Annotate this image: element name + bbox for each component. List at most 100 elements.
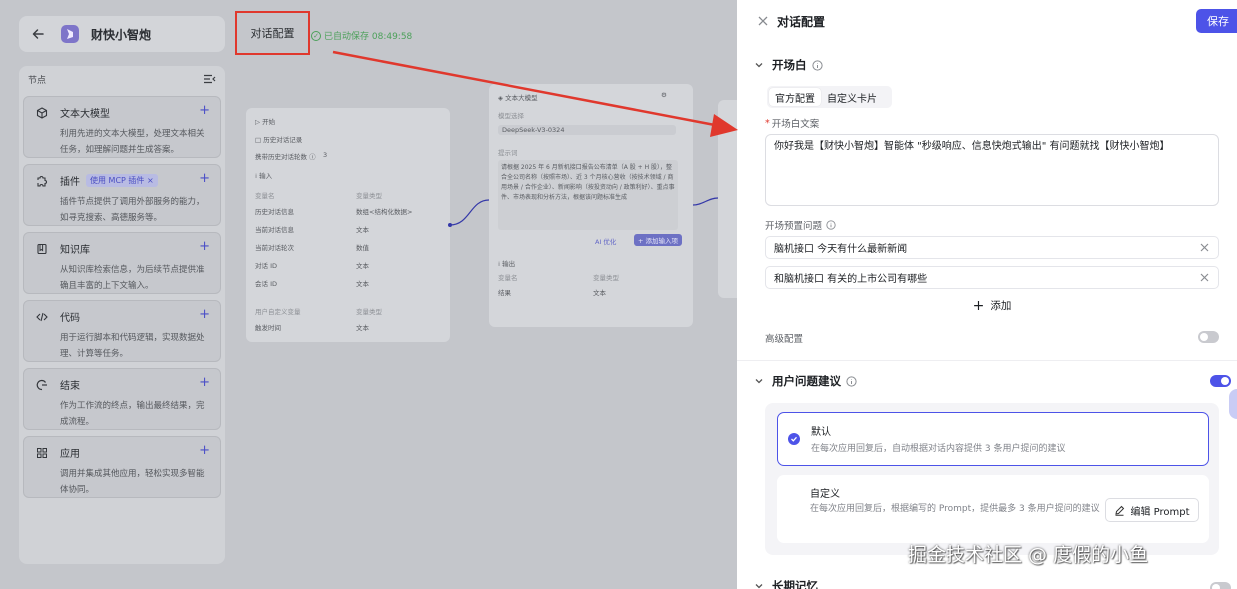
- close-icon[interactable]: [756, 14, 770, 28]
- info-icon[interactable]: [811, 59, 823, 71]
- drawer-title: 对话配置: [777, 15, 826, 29]
- workflow-canvas[interactable]: 财快小智炮 对话配置 ✓ 已自动保存 08:49:58 节点 文本大模型 + 利…: [0, 0, 748, 589]
- tab-official-config[interactable]: 官方配置: [769, 88, 821, 106]
- suggestion-option-default[interactable]: 默认 在每次应用回复后，自动根据对话内容提供 3 条用户提问的建议: [777, 412, 1209, 466]
- prompt-editor[interactable]: 请根据 2025 年 6 月新机接口报告公布清单（A 股 + H 股），整合全公…: [498, 160, 678, 230]
- add-node-icon[interactable]: +: [199, 239, 210, 254]
- node-item-name: 知识库: [60, 245, 90, 256]
- dialog-config-tab[interactable]: 对话配置: [235, 11, 310, 55]
- custom-var-header: 用户自定义变量: [255, 308, 301, 316]
- node-item-desc: 利用先进的文本大模型，处理文本相关任务，如理解问题并生成答案。: [60, 129, 205, 155]
- start-var-type: 文本: [356, 226, 369, 234]
- llm-node-icon: ◈: [498, 94, 503, 102]
- start-node-title: 开始: [262, 118, 276, 126]
- tab-custom-card[interactable]: 自定义卡片: [821, 88, 883, 106]
- node-item-name: 应用: [60, 449, 80, 460]
- back-arrow-icon[interactable]: [31, 27, 45, 41]
- info-icon[interactable]: [826, 220, 836, 230]
- opening-tabs: 官方配置 自定义卡片: [767, 86, 892, 108]
- add-node-icon[interactable]: +: [199, 171, 210, 186]
- node-item-plugin[interactable]: 插件 使用 MCP 插件 × + 插件节点提供了调用外部服务的能力，如寻克搜索、…: [23, 164, 221, 226]
- book-icon: [36, 243, 48, 255]
- node-item-code[interactable]: 代码 + 用于运行脚本和代码逻辑，实现数据处理、计算等任务。: [23, 300, 221, 362]
- start-node[interactable]: ▷ 开始 □ 历史对话记录 携带历史对话轮数 ⓘ 3 ⁞ 输入 变量名 变量类型…: [246, 108, 450, 342]
- app-logo-icon: [61, 25, 79, 43]
- node-item-llm[interactable]: 文本大模型 + 利用先进的文本大模型，处理文本相关任务，如理解问题并生成答案。: [23, 96, 221, 158]
- custom-var-type: 文本: [356, 324, 369, 332]
- opening-text-label-row: * 开场白文案: [765, 116, 819, 131]
- add-node-icon[interactable]: +: [199, 375, 210, 390]
- floating-scroll-handle[interactable]: [1229, 389, 1237, 419]
- save-button[interactable]: 保存: [1196, 9, 1237, 33]
- toggle-knob: [1212, 584, 1220, 589]
- add-node-icon[interactable]: +: [199, 307, 210, 322]
- cube-icon: [36, 106, 48, 119]
- add-node-icon[interactable]: +: [199, 443, 210, 458]
- node-item-apps[interactable]: 应用 + 调用并集成其他应用，轻松实现多智能体协同。: [23, 436, 221, 498]
- add-node-icon[interactable]: +: [199, 103, 210, 118]
- suggestion-toggle[interactable]: [1210, 375, 1231, 387]
- collapse-panel-icon[interactable]: [203, 74, 216, 84]
- suggestion-section-header[interactable]: 用户问题建议: [754, 373, 857, 389]
- node-item-knowledge[interactable]: 知识库 + 从知识库检索信息，为后续节点提供准确且丰富的上下文输入。: [23, 232, 221, 294]
- required-mark: *: [765, 117, 770, 129]
- node-item-desc: 调用并集成其他应用，轻松实现多智能体协同。: [60, 469, 205, 495]
- suggestion-option-title: 自定义: [810, 489, 840, 500]
- add-input-button[interactable]: + 添加输入项: [634, 234, 683, 246]
- add-question-button[interactable]: + 添加: [765, 294, 1219, 317]
- prompt-label: 提示词: [498, 149, 518, 157]
- watermark: 掘金技术社区 @ 度假的小鱼: [908, 544, 1149, 566]
- node-item-name: 文本大模型: [60, 109, 110, 120]
- node-panel-header: 节点: [19, 66, 225, 92]
- clear-icon[interactable]: [1199, 242, 1210, 253]
- node-settings-icon[interactable]: ⚙: [661, 91, 667, 99]
- check-circle-icon: ✓: [311, 30, 321, 41]
- memory-section-header[interactable]: 长期记忆: [754, 578, 818, 589]
- ai-optimize-button[interactable]: AI 优化: [595, 236, 616, 246]
- opening-text-input[interactable]: 你好我是【财快小智炮】智能体 "秒级响应、信息快炮式输出" 有问题就找【财快小智…: [765, 134, 1219, 206]
- suggestion-section-title: 用户问题建议: [772, 374, 841, 388]
- node-item-desc: 从知识库检索信息，为后续节点提供准确且丰富的上下文输入。: [60, 265, 205, 291]
- advanced-config-row: 高级配置: [765, 331, 803, 345]
- clear-icon[interactable]: [1199, 272, 1210, 283]
- plus-icon: +: [972, 297, 985, 314]
- autosave-status: ✓ 已自动保存 08:49:58: [311, 29, 412, 42]
- preset-question-input[interactable]: 和脑机接口 有关的上市公司有哪些: [765, 266, 1219, 289]
- suggestion-option-custom[interactable]: 自定义 在每次应用回复后，根据编写的 Prompt，提供最多 3 条用户提问的建…: [777, 475, 1209, 543]
- input-section-label: 输入: [259, 172, 273, 180]
- node-item-desc: 用于运行脚本和代码逻辑，实现数据处理、计算等任务。: [60, 333, 205, 359]
- node-item-end[interactable]: 结束 + 作为工作流的终点，输出最终结果，完成流程。: [23, 368, 221, 430]
- app-name: 财快小智炮: [91, 27, 152, 42]
- start-var-type: 文本: [356, 262, 369, 270]
- chevron-down-icon: [754, 581, 764, 589]
- llm-node[interactable]: ◈ 文本大模型 ⚙ 模型选择 DeepSeek-V3-0324 提示词 请根据 …: [489, 84, 693, 327]
- start-var-name: 对话 ID: [255, 262, 277, 270]
- history-option: 历史对话记录: [263, 136, 303, 144]
- mcp-plugin-tag[interactable]: 使用 MCP 插件 ×: [86, 174, 158, 187]
- pencil-icon: [1114, 505, 1125, 516]
- toggle-knob: [1200, 333, 1208, 341]
- edit-prompt-label: 编辑 Prompt: [1130, 506, 1190, 518]
- suggestion-option-desc: 在每次应用回复后，根据编写的 Prompt，提供最多 3 条用户提问的建议: [810, 504, 1100, 514]
- info-icon[interactable]: [846, 375, 857, 387]
- start-var-name: 当前对话信息: [255, 226, 294, 234]
- llm-node-title: 文本大模型: [505, 94, 538, 102]
- start-var-name: 历史对话信息: [255, 208, 294, 216]
- preset-question-value: 和脑机接口 有关的上市公司有哪些: [774, 274, 928, 285]
- history-rounds-value: 3: [323, 151, 328, 159]
- autosave-text: 已自动保存 08:49:58: [324, 32, 413, 42]
- start-var-name: 会话 ID: [255, 280, 277, 288]
- opening-section-header[interactable]: 开场白: [754, 57, 823, 73]
- model-select[interactable]: DeepSeek-V3-0324: [498, 125, 676, 135]
- node-item-desc: 作为工作流的终点，输出最终结果，完成流程。: [60, 401, 205, 427]
- advanced-config-toggle[interactable]: [1198, 331, 1219, 343]
- edit-prompt-button[interactable]: 编辑 Prompt: [1105, 498, 1199, 522]
- start-var-type: 文本: [356, 280, 369, 288]
- preset-question-input[interactable]: 脑机接口 今天有什么最新新闻: [765, 236, 1219, 259]
- custom-var-name: 触发时间: [255, 324, 281, 332]
- var-name-header: 变量名: [255, 192, 275, 200]
- start-var-type: 数值: [356, 244, 369, 252]
- suggestion-options: 默认 在每次应用回复后，自动根据对话内容提供 3 条用户提问的建议 自定义 在每…: [765, 403, 1219, 555]
- memory-toggle[interactable]: [1210, 582, 1231, 589]
- custom-var-type-header: 变量类型: [356, 308, 382, 316]
